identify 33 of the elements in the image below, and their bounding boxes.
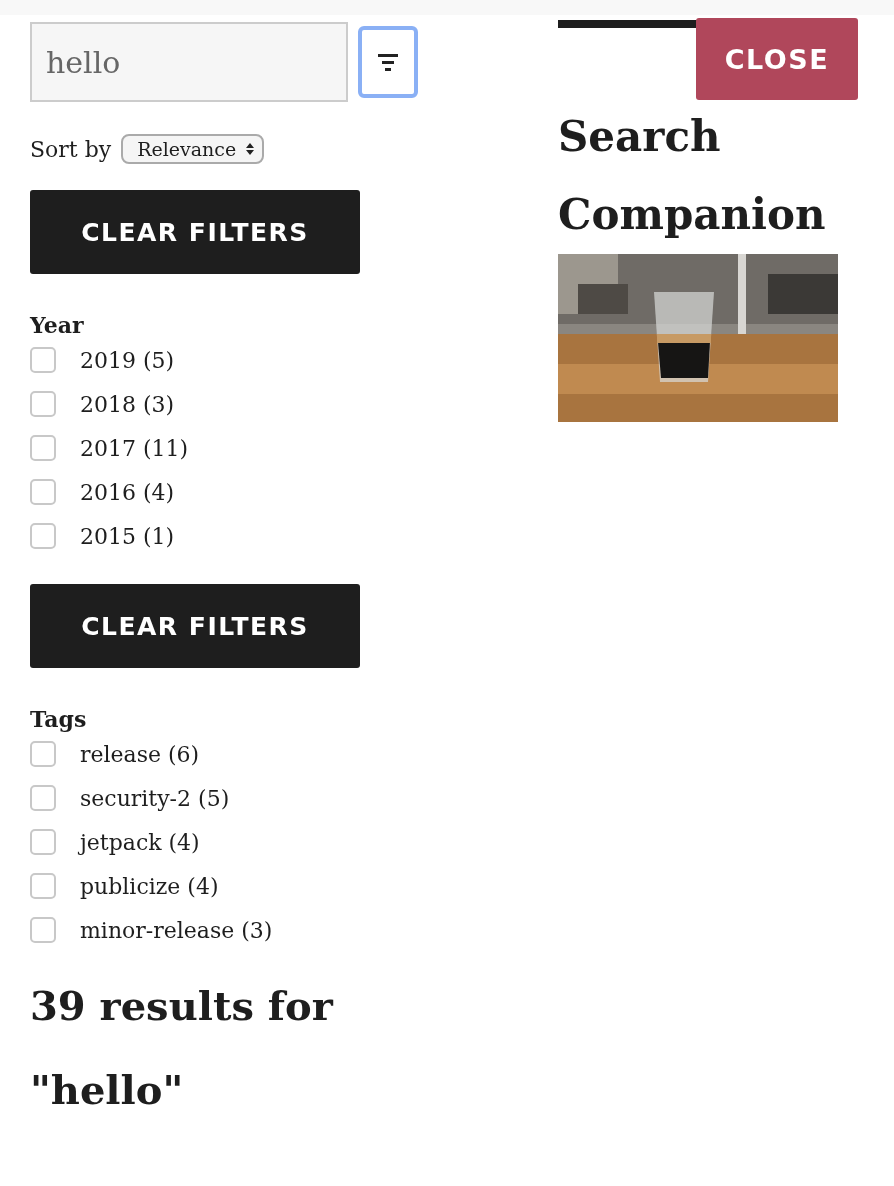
filter-group-title: Year	[30, 312, 85, 338]
close-button[interactable]: CLOSE	[696, 18, 858, 100]
checkbox[interactable]	[30, 873, 56, 899]
updown-icon	[246, 142, 255, 156]
clear-filters-button[interactable]: CLEAR FILTERS	[30, 190, 360, 274]
filter-option-label: 2018 (3)	[80, 391, 175, 417]
filter-option-label: 2015 (1)	[80, 523, 175, 549]
checkbox[interactable]	[30, 741, 56, 767]
filter-option-label: 2016 (4)	[80, 479, 175, 505]
clear-filters-button[interactable]: CLEAR FILTERS	[30, 584, 360, 668]
checkbox[interactable]	[30, 479, 56, 505]
checkbox[interactable]	[30, 829, 56, 855]
filter-option-label: jetpack (4)	[80, 829, 200, 855]
search-field[interactable]: hello	[30, 22, 348, 102]
checkbox[interactable]	[30, 917, 56, 943]
checkbox[interactable]	[30, 523, 56, 549]
filter-option-label: security-2 (5)	[80, 785, 230, 811]
filter-icon	[376, 52, 400, 72]
checkbox[interactable]	[30, 391, 56, 417]
filter-option-label: release (6)	[80, 741, 200, 767]
sort-dropdown[interactable]: Relevance	[121, 134, 265, 164]
filter-group-title: Tags	[30, 706, 88, 732]
checkbox[interactable]	[30, 435, 56, 461]
filter-option-label: publicize (4)	[80, 873, 219, 899]
results-heading: 39 results for "hello"	[30, 981, 335, 1115]
filter-option-label: minor-release (3)	[80, 917, 273, 943]
sort-label: Sort by	[30, 136, 112, 162]
checkbox[interactable]	[30, 347, 56, 373]
filter-button[interactable]	[358, 26, 418, 98]
filter-option-label: 2017 (11)	[80, 435, 189, 461]
sidebar-title: Search Companion	[558, 111, 827, 241]
filter-option-label: 2019 (5)	[80, 347, 175, 373]
checkbox[interactable]	[30, 785, 56, 811]
